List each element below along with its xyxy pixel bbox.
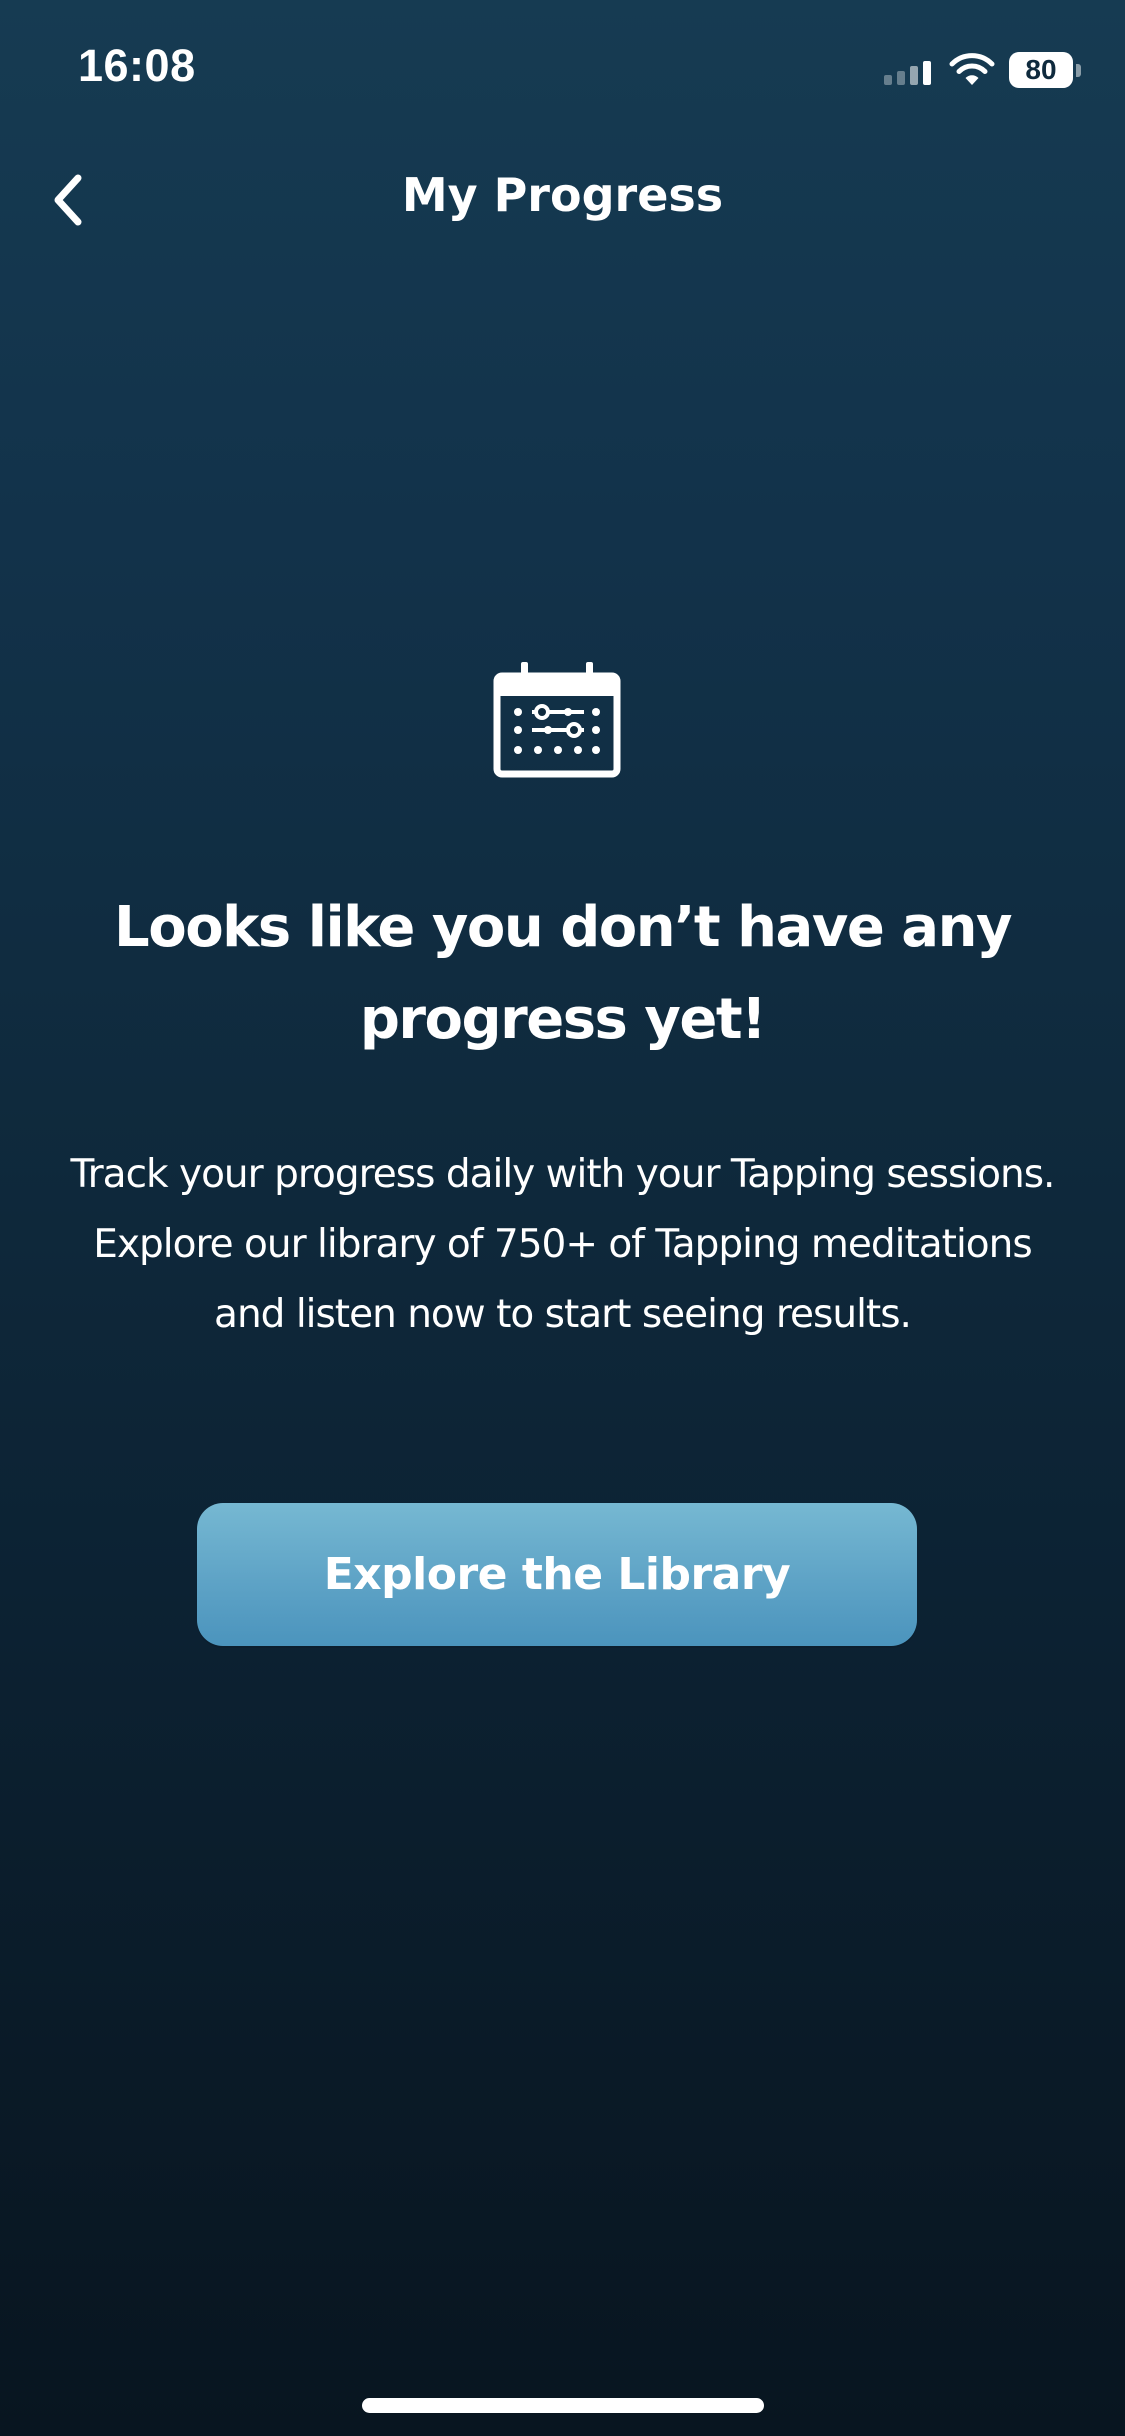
cellular-signal-icon [884,55,931,85]
home-indicator[interactable] [362,2398,764,2413]
page-title: My Progress [401,168,724,222]
calendar-icon [493,662,621,778]
wifi-icon [949,53,995,85]
empty-state-description: Track your progress daily with your Tapp… [70,1152,1056,1337]
navigation-bar: My Progress [0,150,1125,250]
status-time: 16:08 [78,40,196,91]
status-icons: 80 [884,48,1081,92]
battery-percentage: 80 [1025,54,1057,85]
explore-library-button[interactable]: Explore the Library [197,1503,917,1646]
battery-icon: 80 [1009,52,1081,88]
empty-state-heading: Looks like you don’t have any progress y… [114,895,1012,1052]
status-bar: 16:08 80 [0,0,1125,140]
